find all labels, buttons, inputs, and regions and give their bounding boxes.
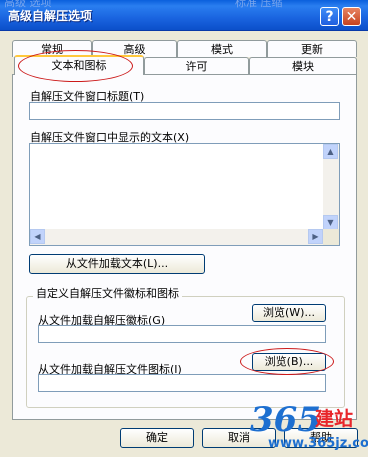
icon-group-label: 自定义自解压文件徽标和图标 [33, 285, 182, 301]
tab-label: 模式 [211, 43, 233, 56]
title-bar: 高级 选项 标准 压缩 高级自解压选项 ? ✕ [0, 0, 368, 31]
logo-path-input[interactable] [38, 325, 326, 343]
tab-label: 许可 [185, 60, 208, 73]
tab-label: 文本和图标 [51, 59, 107, 72]
help-icon[interactable]: ? [320, 7, 339, 26]
tab-update[interactable]: 更新 [267, 40, 357, 57]
close-icon[interactable]: ✕ [342, 7, 361, 26]
tab-license[interactable]: 许可 [144, 57, 249, 74]
tab-mode[interactable]: 模式 [177, 40, 267, 57]
vertical-scrollbar[interactable]: ▲ ▼ [323, 144, 339, 230]
horizontal-scrollbar[interactable]: ◀ ▶ [30, 229, 323, 245]
window-title: 高级自解压选项 [8, 9, 93, 23]
watermark-numbers: 365 [250, 400, 321, 440]
ok-button[interactable]: 确定 [120, 428, 194, 448]
watermark-url: www.365jz.com [268, 436, 368, 451]
tab-modules[interactable]: 模块 [249, 57, 357, 74]
window-title-input[interactable] [29, 102, 340, 120]
tab-label: 更新 [301, 43, 323, 56]
scroll-right-icon[interactable]: ▶ [308, 229, 323, 244]
load-text-button[interactable]: 从文件加载文本(L)... [29, 254, 205, 274]
scroll-left-icon[interactable]: ◀ [30, 229, 45, 244]
scroll-up-icon[interactable]: ▲ [323, 144, 338, 159]
scrollbar-corner [323, 229, 339, 245]
tab-text-and-icon[interactable]: 文本和图标 [14, 55, 144, 75]
text-textarea[interactable]: ▲ ▼ ◀ ▶ [29, 143, 340, 246]
watermark-text: 建站 [315, 408, 354, 430]
browse-icon-button[interactable]: 浏览(B)... [252, 353, 326, 371]
icon-path-input[interactable] [38, 374, 326, 392]
browse-logo-button[interactable]: 浏览(W)... [252, 304, 326, 322]
scroll-down-icon[interactable]: ▼ [323, 215, 338, 230]
background-text-right: 标准 压缩 [235, 0, 283, 9]
tab-label: 模块 [292, 60, 314, 73]
